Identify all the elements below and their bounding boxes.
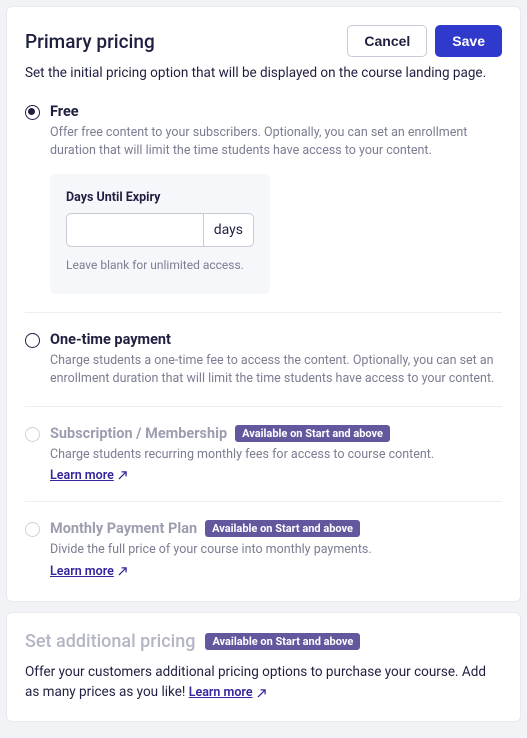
radio-onetime[interactable]: [25, 333, 40, 348]
expiry-box: Days Until Expiry days Leave blank for u…: [50, 174, 270, 294]
external-link-icon: [257, 689, 266, 698]
option-free: Free Offer free content to your subscrib…: [25, 103, 502, 312]
expiry-hint: Leave blank for unlimited access.: [66, 257, 254, 274]
option-onetime: One-time payment Charge students a one-t…: [25, 331, 502, 406]
option-subscription-body: Subscription / Membership Available on S…: [50, 425, 502, 483]
option-monthly-body: Monthly Payment Plan Available on Start …: [50, 520, 502, 578]
divider: [25, 312, 502, 313]
header-actions: Cancel Save: [347, 25, 502, 57]
option-free-title: Free: [50, 103, 502, 120]
option-subscription-title-row: Subscription / Membership Available on S…: [50, 425, 502, 442]
additional-title: Set additional pricing: [25, 631, 195, 652]
option-subscription-title: Subscription / Membership: [50, 425, 227, 442]
learn-more-link-subscription[interactable]: Learn more: [50, 468, 127, 483]
page-subtitle: Set the initial pricing option that will…: [25, 65, 502, 81]
option-free-body: Free Offer free content to your subscrib…: [50, 103, 502, 294]
plan-badge: Available on Start and above: [235, 425, 390, 442]
learn-more-label: Learn more: [50, 468, 114, 483]
option-onetime-desc: Charge students a one-time fee to access…: [50, 352, 502, 388]
learn-more-link-additional[interactable]: Learn more: [189, 684, 266, 703]
option-monthly: Monthly Payment Plan Available on Start …: [25, 520, 502, 582]
option-subscription: Subscription / Membership Available on S…: [25, 425, 502, 501]
expiry-suffix: days: [203, 213, 254, 247]
learn-more-link-monthly[interactable]: Learn more: [50, 564, 127, 579]
primary-pricing-card: Primary pricing Cancel Save Set the init…: [6, 6, 521, 602]
additional-header: Set additional pricing Available on Star…: [25, 631, 502, 652]
learn-more-label: Learn more: [50, 564, 114, 579]
expiry-label: Days Until Expiry: [66, 190, 254, 205]
option-monthly-title: Monthly Payment Plan: [50, 520, 197, 537]
plan-badge: Available on Start and above: [205, 633, 360, 650]
external-link-icon: [118, 471, 127, 480]
page-title: Primary pricing: [25, 30, 155, 53]
option-subscription-desc: Charge students recurring monthly fees f…: [50, 446, 502, 464]
learn-more-label: Learn more: [189, 684, 253, 703]
plan-badge: Available on Start and above: [205, 520, 360, 537]
divider: [25, 501, 502, 502]
expiry-input-row: days: [66, 213, 254, 247]
option-monthly-title-row: Monthly Payment Plan Available on Start …: [50, 520, 502, 537]
days-until-expiry-input[interactable]: [66, 213, 203, 247]
option-onetime-title: One-time payment: [50, 331, 502, 348]
divider: [25, 406, 502, 407]
additional-pricing-card: Set additional pricing Available on Star…: [6, 612, 521, 722]
additional-desc: Offer your customers additional pricing …: [25, 662, 502, 703]
option-free-desc: Offer free content to your subscribers. …: [50, 124, 502, 160]
radio-subscription: [25, 427, 40, 442]
radio-monthly: [25, 522, 40, 537]
option-onetime-body: One-time payment Charge students a one-t…: [50, 331, 502, 388]
radio-free[interactable]: [25, 105, 40, 120]
cancel-button[interactable]: Cancel: [347, 25, 427, 57]
external-link-icon: [118, 567, 127, 576]
card-header: Primary pricing Cancel Save: [25, 25, 502, 57]
option-monthly-desc: Divide the full price of your course int…: [50, 541, 502, 559]
save-button[interactable]: Save: [435, 25, 502, 57]
